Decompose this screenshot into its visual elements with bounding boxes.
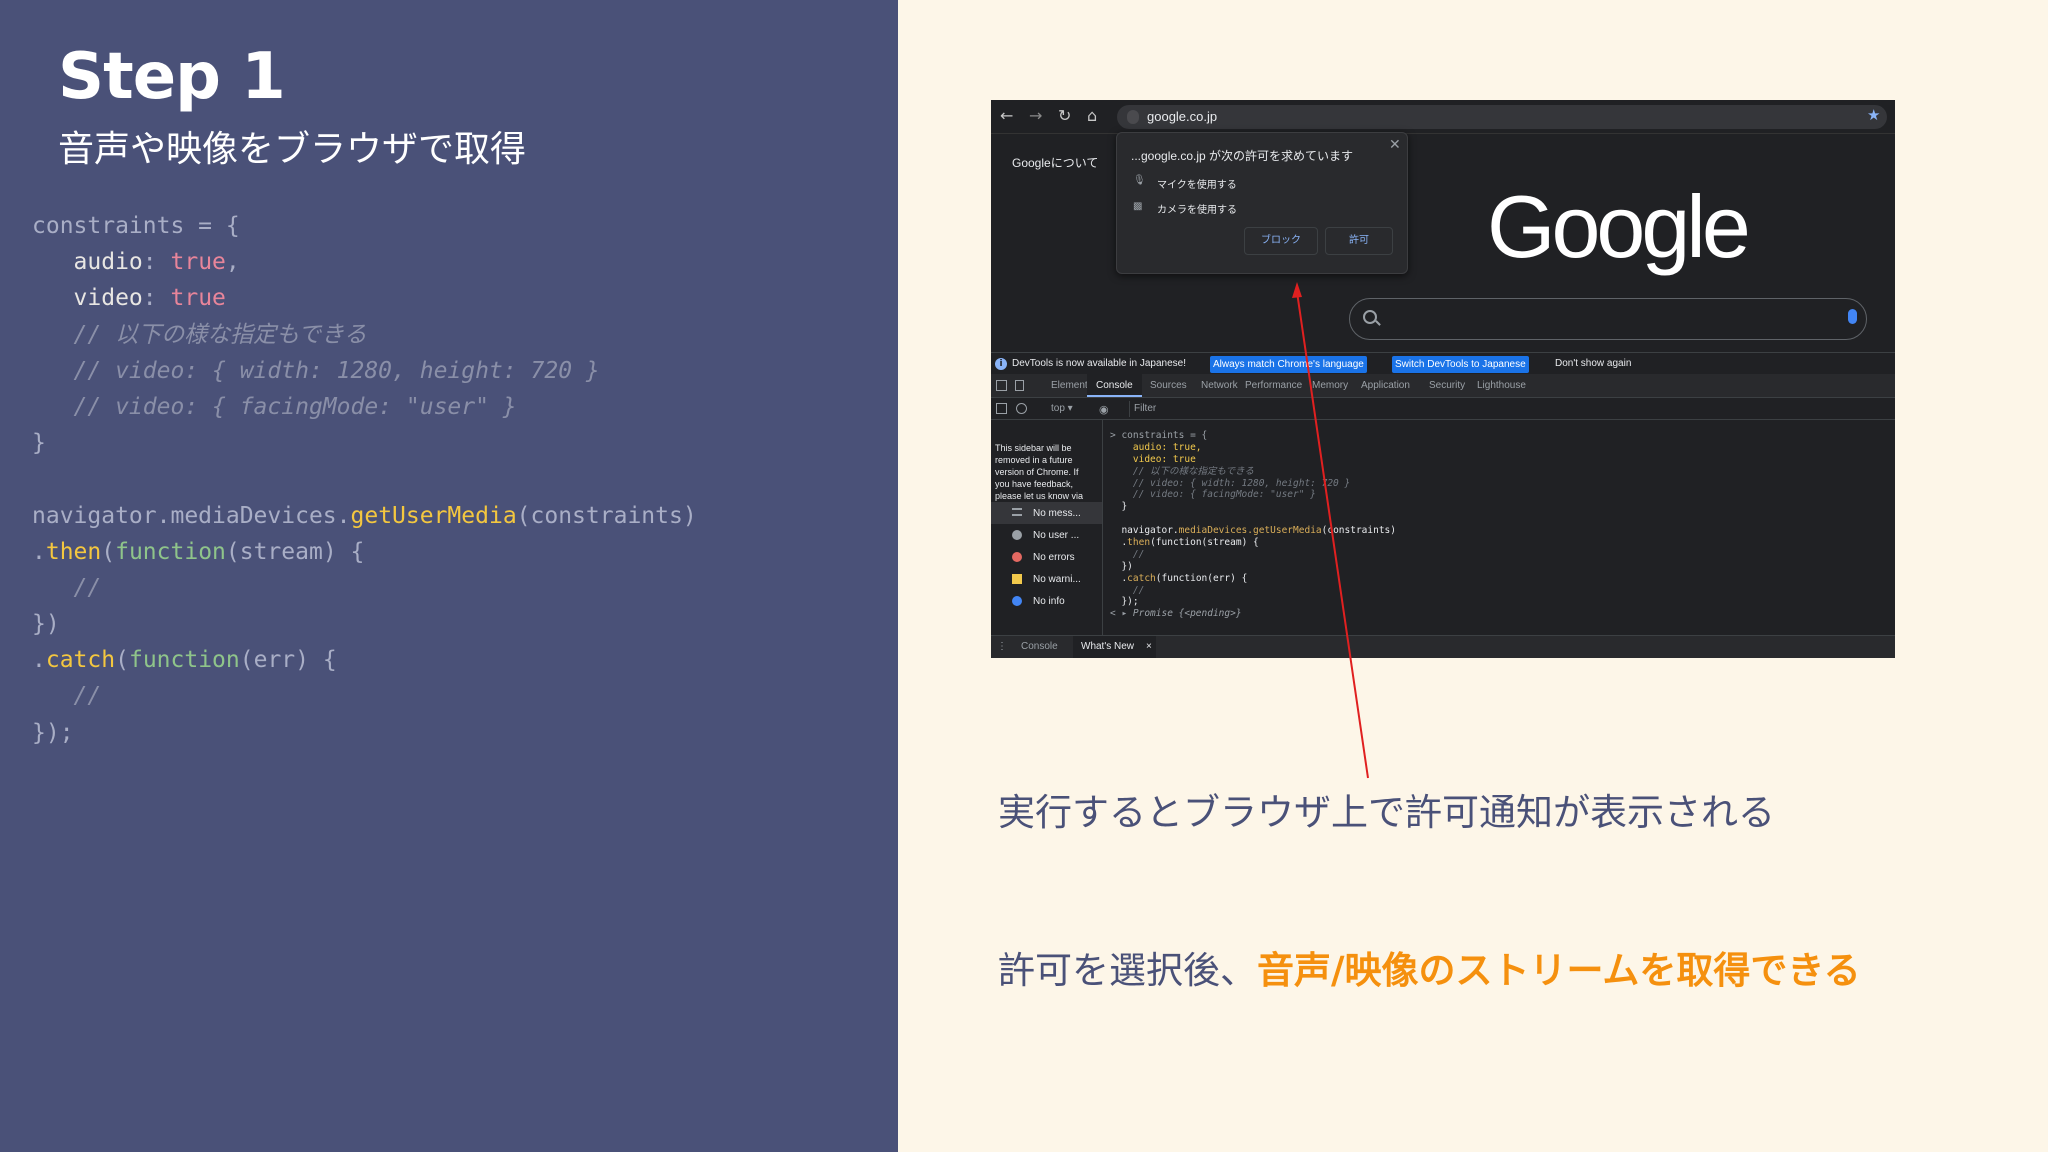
arrow-line — [1296, 291, 1369, 779]
caption-highlight: 音声/映像のストリームを取得できる — [1257, 949, 1861, 992]
caption-permission-notice: 実行するとブラウザ上で許可通知が表示される — [998, 791, 1775, 834]
caption-text: 許可を選択後、 — [998, 949, 1257, 992]
caption-stream-result: 許可を選択後、音声/映像のストリームを取得できる — [998, 940, 1861, 994]
arrow-head — [1292, 282, 1302, 298]
